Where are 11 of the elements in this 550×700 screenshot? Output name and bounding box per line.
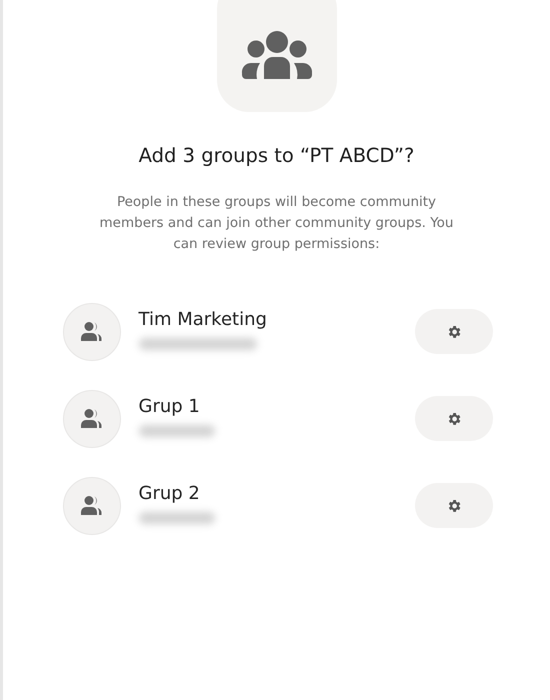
group-name: Grup 1 [138, 396, 201, 417]
people-icon [80, 320, 104, 342]
dialog-description: People in these groups will become community members and can join other community groups. You can review group permissions: [98, 193, 454, 254]
group-settings-button[interactable] [414, 483, 492, 528]
people-icon [80, 408, 104, 430]
group-settings-button[interactable] [414, 309, 492, 354]
group-name: Grup 2 [138, 483, 201, 504]
group-settings-button[interactable] [414, 396, 492, 441]
group-name: Tim Marketing [138, 309, 268, 330]
dialog-title: Add 3 groups to “PT ABCD”? [138, 144, 414, 167]
people-icon [80, 494, 104, 516]
